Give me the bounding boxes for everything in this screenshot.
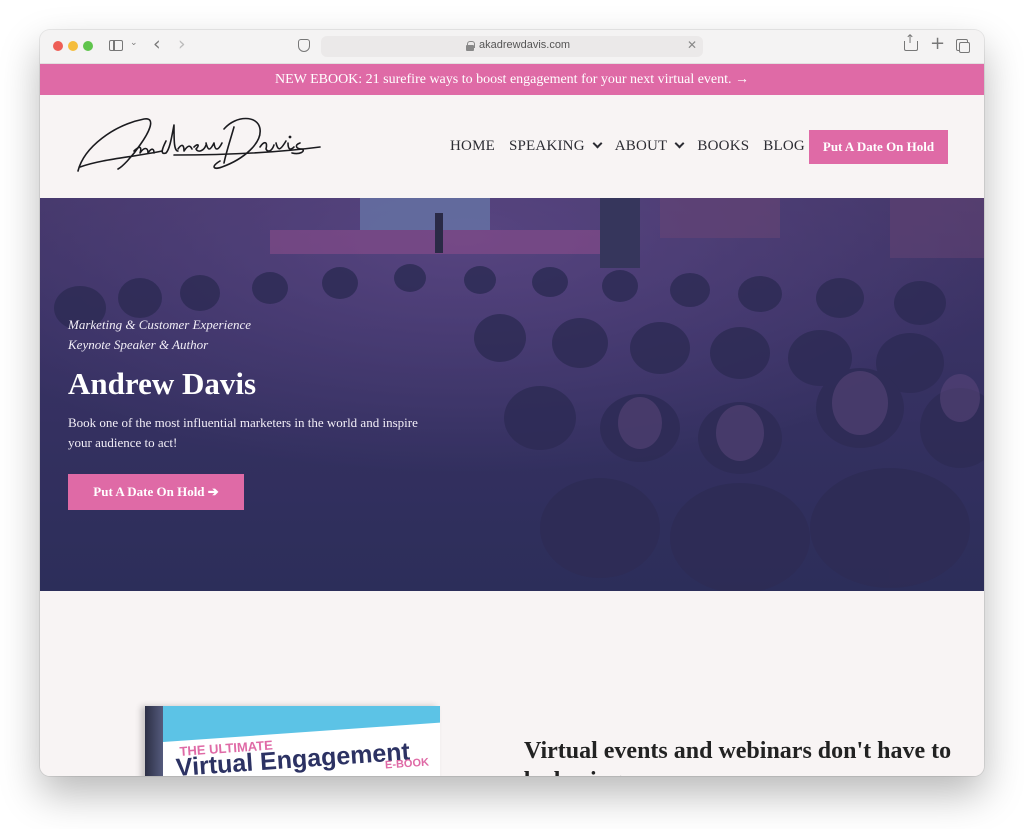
lock-icon xyxy=(466,41,475,51)
sidebar-icon[interactable] xyxy=(109,40,123,51)
maximize-window-button[interactable] xyxy=(83,41,93,51)
chevron-down-icon[interactable] xyxy=(592,138,603,149)
browser-toolbar: ⌄ ‹ › akadrewdavis.com ✕ + xyxy=(40,30,984,64)
hero-put-date-on-hold-button[interactable]: Put A Date On Hold ➔ xyxy=(68,474,244,510)
hero-description: Book one of the most influential markete… xyxy=(68,415,418,450)
nav-item-about[interactable]: ABOUT xyxy=(615,138,685,155)
put-date-on-hold-button[interactable]: Put A Date On Hold xyxy=(809,130,948,164)
main-nav: HOME SPEAKING ABOUT BOOKS BLOG xyxy=(450,136,819,156)
nav-item-label[interactable]: HOME xyxy=(450,138,495,155)
chevron-down-icon[interactable] xyxy=(674,138,685,149)
hero-section: Marketing & Customer Experience Keynote … xyxy=(40,198,984,591)
browser-window: ⌄ ‹ › akadrewdavis.com ✕ + NEW EBOOK: 21… xyxy=(40,30,984,776)
close-window-button[interactable] xyxy=(53,41,63,51)
close-icon[interactable]: ✕ xyxy=(687,38,697,52)
ebook-cover-image[interactable]: THE ULTIMATE Virtual Engagement E-BOOK xyxy=(145,706,440,776)
chevron-down-icon[interactable]: ⌄ xyxy=(130,38,138,48)
announcement-text[interactable]: NEW EBOOK: 21 surefire ways to boost eng… xyxy=(275,72,749,87)
ebook-spine xyxy=(145,706,163,776)
new-tab-icon[interactable]: + xyxy=(930,33,945,54)
ebook-band xyxy=(163,706,440,742)
nav-item-label[interactable]: BOOKS xyxy=(697,138,749,155)
announcement-bar[interactable]: NEW EBOOK: 21 surefire ways to boost eng… xyxy=(40,64,984,95)
nav-item-home[interactable]: HOME xyxy=(450,138,495,155)
site-header: HOME SPEAKING ABOUT BOOKS BLOG Put A Dat… xyxy=(40,95,984,198)
minimize-window-button[interactable] xyxy=(68,41,78,51)
section-heading: Virtual events and webinars don't have t… xyxy=(524,738,952,776)
tab-overview-icon[interactable] xyxy=(956,39,970,53)
nav-item-speaking[interactable]: SPEAKING xyxy=(509,138,603,155)
back-icon[interactable]: ‹ xyxy=(153,33,161,55)
signature-logo-icon xyxy=(77,117,321,172)
address-bar[interactable]: akadrewdavis.com ✕ xyxy=(321,36,703,57)
hero-subtitle-line-2: Keynote Speaker & Author xyxy=(68,337,209,352)
ebook-tag: E-BOOK xyxy=(384,756,430,772)
privacy-shield-icon[interactable] xyxy=(298,39,310,52)
hero-subtitle: Marketing & Customer Experience Keynote … xyxy=(68,315,251,355)
nav-item-label[interactable]: SPEAKING xyxy=(509,138,585,155)
ebook-section: THE ULTIMATE Virtual Engagement E-BOOK V… xyxy=(40,591,984,776)
nav-item-label[interactable]: ABOUT xyxy=(615,138,668,155)
share-icon[interactable] xyxy=(904,32,918,51)
nav-item-blog[interactable]: BLOG xyxy=(763,138,805,155)
hero-subtitle-line-1: Marketing & Customer Experience xyxy=(68,317,252,332)
forward-icon[interactable]: › xyxy=(178,33,186,55)
nav-item-label[interactable]: BLOG xyxy=(763,138,805,155)
url-text: akadrewdavis.com xyxy=(479,39,571,51)
nav-item-books[interactable]: BOOKS xyxy=(697,138,749,155)
hero-title: Andrew Davis xyxy=(68,366,257,401)
logo[interactable] xyxy=(74,111,324,181)
